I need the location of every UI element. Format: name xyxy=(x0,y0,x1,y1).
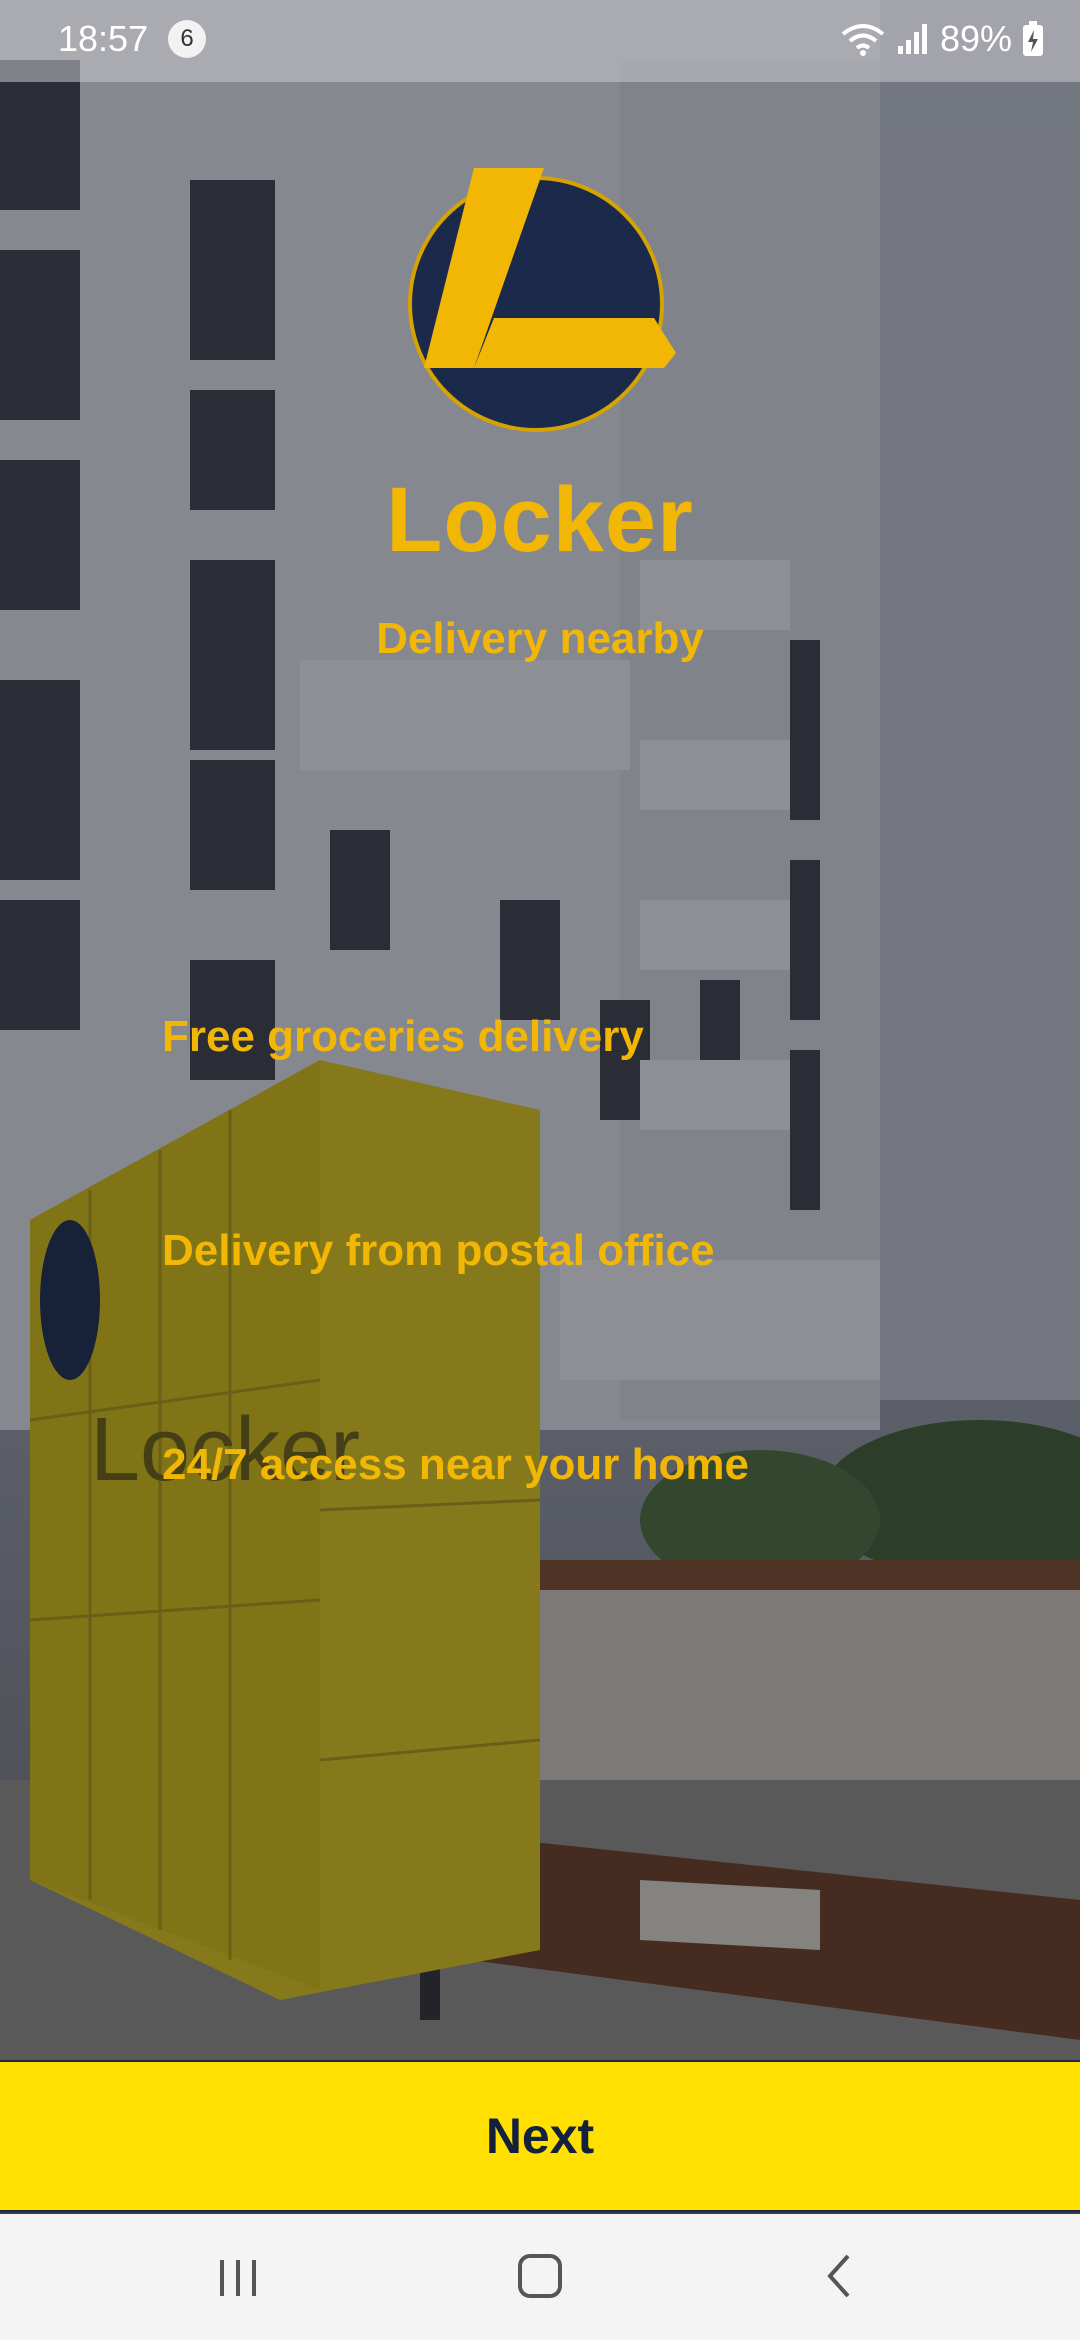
app-title: Locker xyxy=(386,469,694,571)
status-time: 18:57 xyxy=(58,18,149,59)
feature-groceries: Free groceries delivery xyxy=(162,1012,644,1061)
status-icons: 89% xyxy=(840,18,1044,60)
battery-charging-icon xyxy=(1022,21,1044,57)
signal-icon xyxy=(896,22,930,56)
recents-icon[interactable] xyxy=(208,2252,268,2302)
wifi-icon xyxy=(840,22,886,56)
status-bar: 18:57 6 89% xyxy=(0,0,1080,82)
app-subtitle: Delivery nearby xyxy=(376,614,704,663)
system-nav-bar xyxy=(0,2214,1080,2340)
feature-24-7-access: 24/7 access near your home xyxy=(162,1440,749,1489)
back-icon[interactable] xyxy=(810,2252,870,2302)
locker-logo xyxy=(404,168,676,440)
next-button[interactable]: Next xyxy=(0,2060,1080,2212)
notification-count-badge: 6 xyxy=(168,20,206,58)
feature-postal-office: Delivery from postal office xyxy=(162,1226,715,1275)
home-icon[interactable] xyxy=(510,2252,570,2302)
battery-percentage: 89% xyxy=(939,18,1012,59)
